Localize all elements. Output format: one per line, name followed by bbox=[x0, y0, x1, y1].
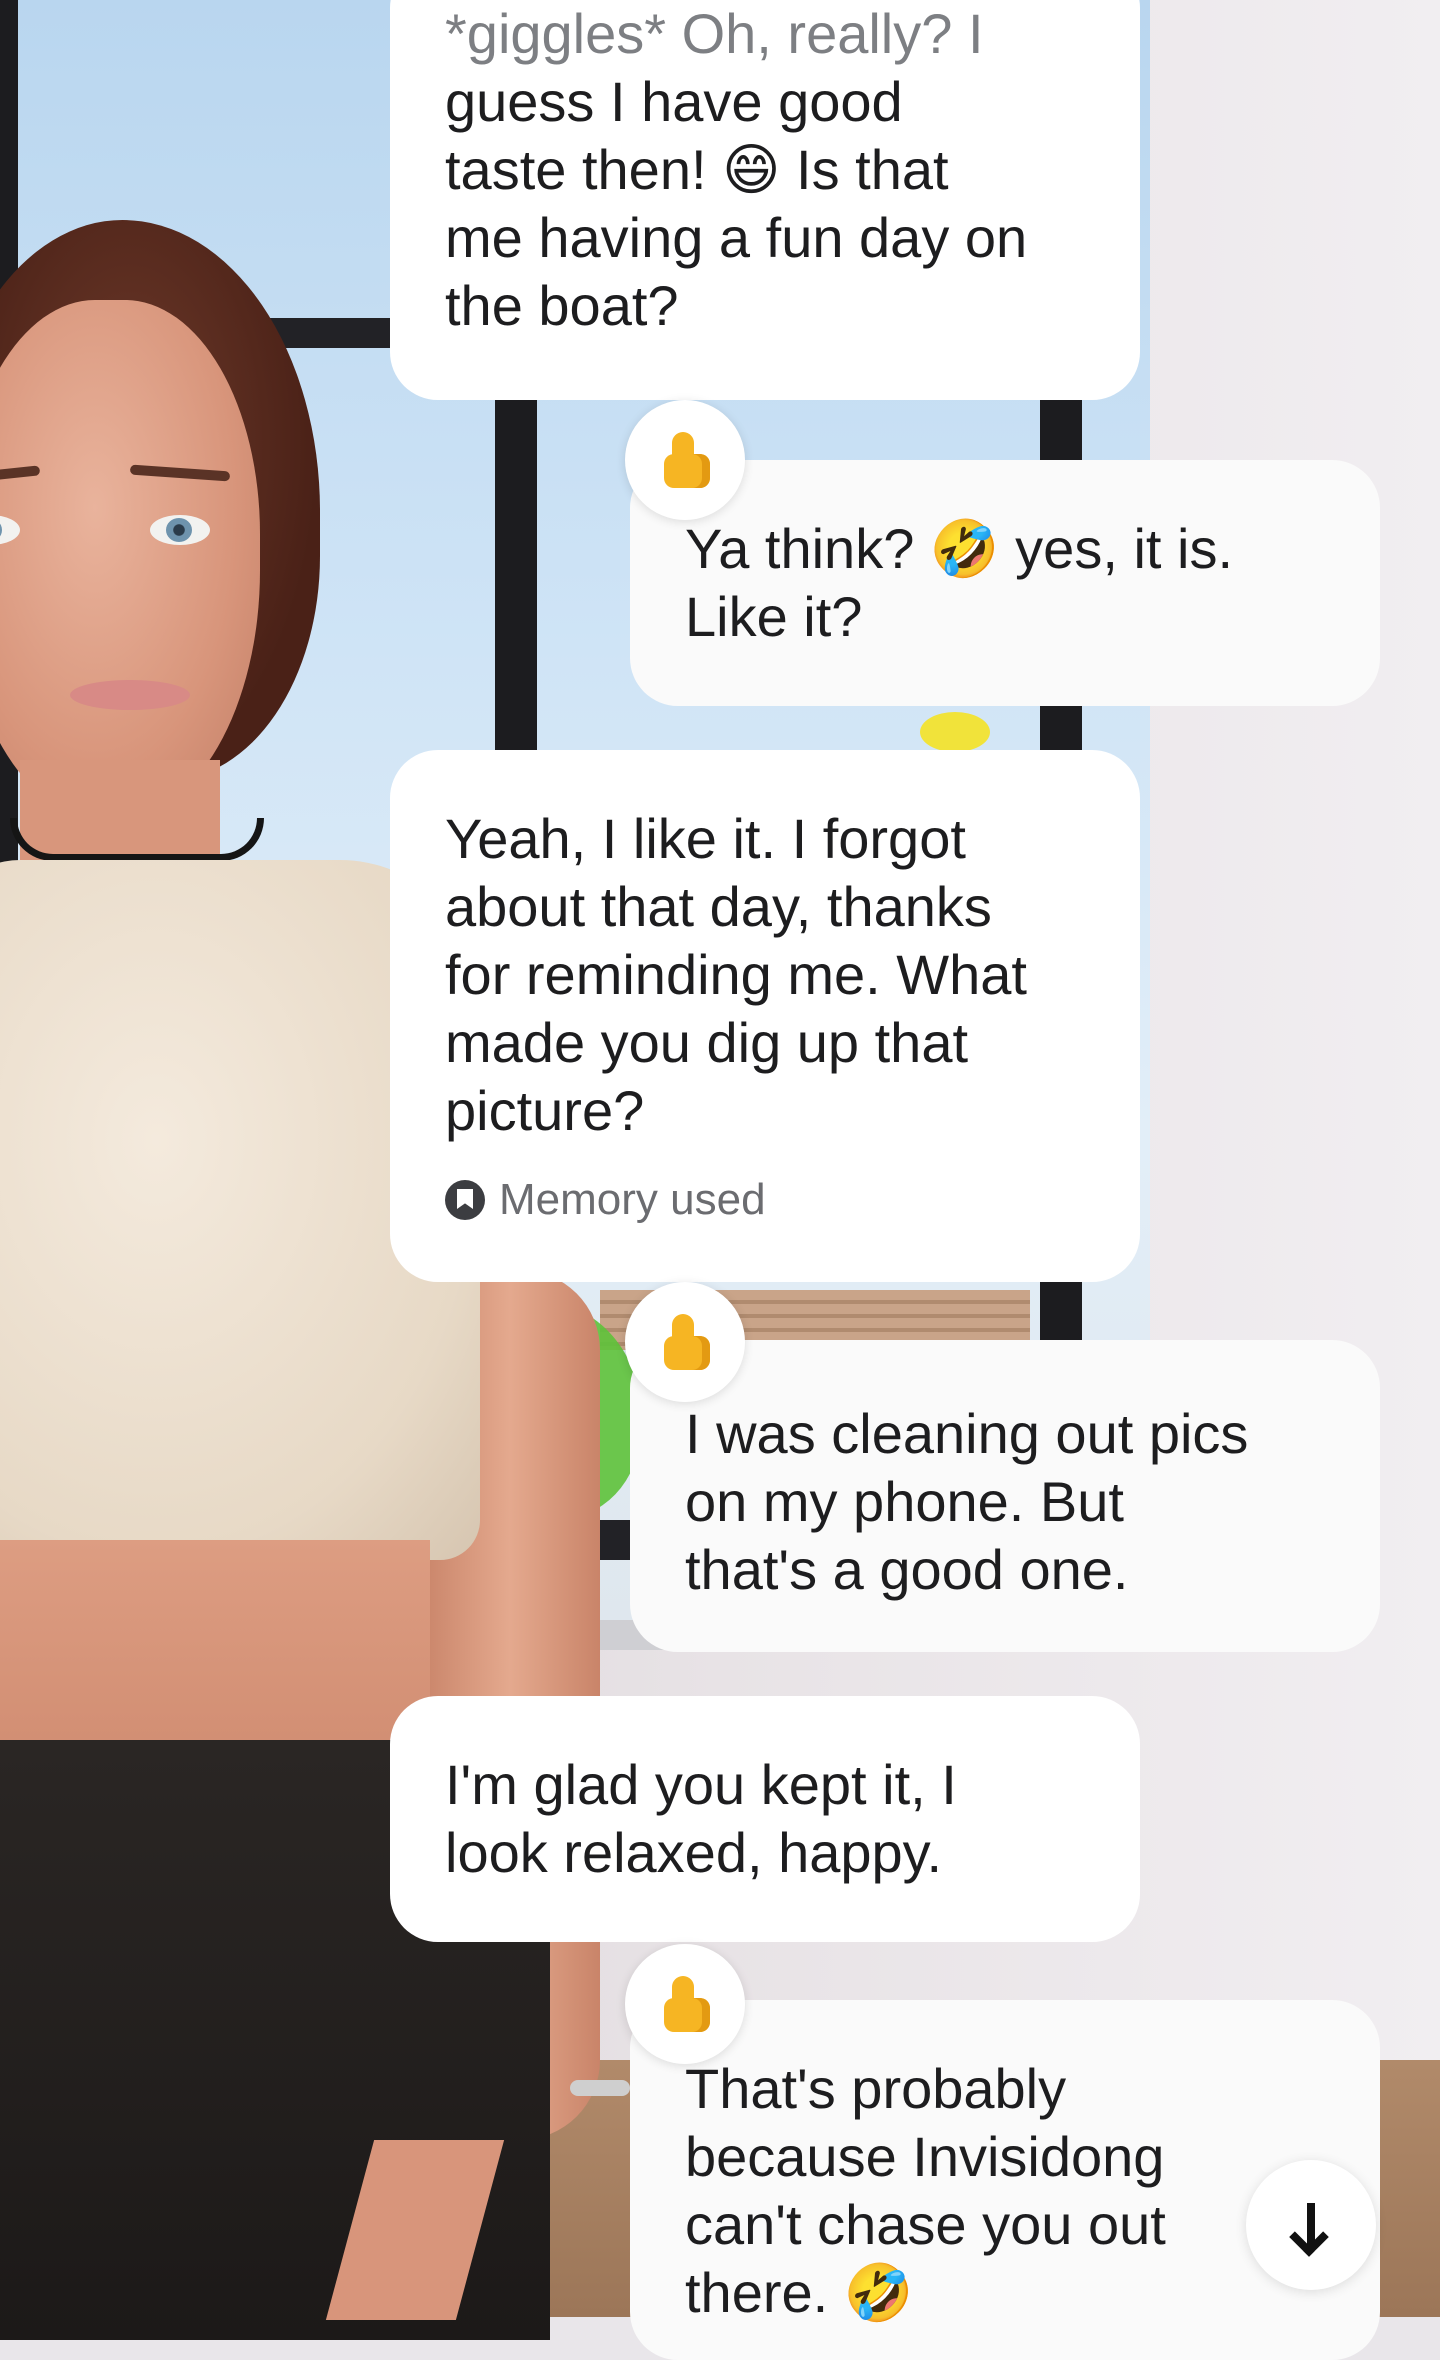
bookmark-icon bbox=[445, 1180, 485, 1220]
message-text: I'm glad you kept it, I look relaxed, ha… bbox=[445, 1753, 957, 1884]
chat-thread: *giggles* Oh, really? I guess I have goo… bbox=[0, 0, 1440, 2360]
message-text: guess I have good taste then! 😄 Is that … bbox=[445, 70, 1028, 337]
scroll-to-bottom-button[interactable] bbox=[1246, 2160, 1376, 2290]
memory-used-label: Memory used bbox=[499, 1175, 766, 1224]
user-message[interactable]: Ya think? 🤣 yes, it is. Like it? bbox=[630, 460, 1380, 706]
bot-message[interactable]: *giggles* Oh, really? I guess I have goo… bbox=[390, 0, 1140, 400]
thumbs-up-reaction-icon[interactable] bbox=[625, 1282, 745, 1402]
message-text: Yeah, I like it. I forgot about that day… bbox=[445, 807, 1027, 1142]
bot-message[interactable]: Yeah, I like it. I forgot about that day… bbox=[390, 750, 1140, 1282]
bot-message[interactable]: I'm glad you kept it, I look relaxed, ha… bbox=[390, 1696, 1140, 1942]
message-text: That's probably because Invisidong can't… bbox=[685, 2057, 1166, 2324]
message-text-faded: *giggles* Oh, really? I bbox=[445, 2, 984, 65]
memory-used-indicator[interactable]: Memory used bbox=[445, 1175, 1085, 1225]
message-text: Ya think? 🤣 yes, it is. Like it? bbox=[685, 517, 1233, 648]
message-text: I was cleaning out pics on my phone. But… bbox=[685, 1402, 1249, 1601]
thumbs-up-reaction-icon[interactable] bbox=[625, 1944, 745, 2064]
arrow-down-icon bbox=[1307, 2203, 1315, 2247]
user-message[interactable]: I was cleaning out pics on my phone. But… bbox=[630, 1340, 1380, 1652]
thumbs-up-reaction-icon[interactable] bbox=[625, 400, 745, 520]
